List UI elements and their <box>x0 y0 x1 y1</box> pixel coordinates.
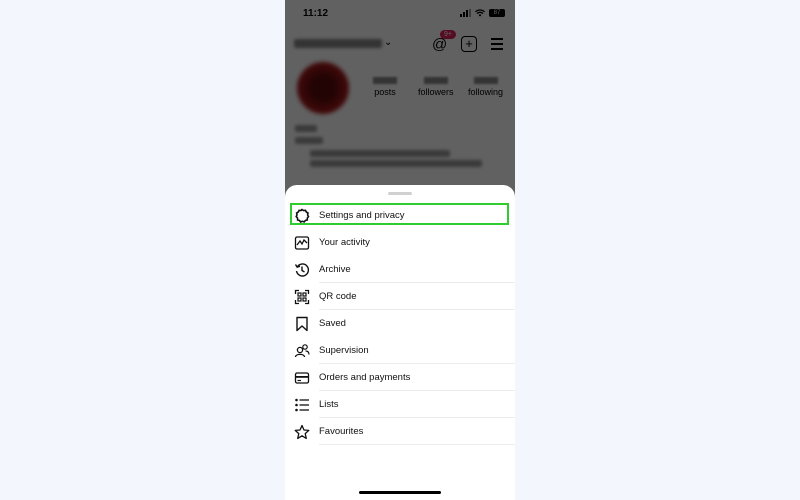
highlight-box <box>290 203 509 225</box>
menu-item-label: Favourites <box>319 426 364 437</box>
menu-item-label: Orders and payments <box>319 372 411 383</box>
menu-item-lists[interactable]: Lists <box>285 391 515 418</box>
menu-item-orders-and-payments[interactable]: Orders and payments <box>285 364 515 391</box>
bookmark-icon <box>292 314 312 334</box>
menu-item-saved[interactable]: Saved <box>285 310 515 337</box>
home-indicator[interactable] <box>359 491 441 494</box>
menu-item-label: Your activity <box>319 237 370 248</box>
qr-code-icon <box>292 287 312 307</box>
menu-item-label: Supervision <box>319 345 369 356</box>
menu-item-qr-code[interactable]: QR code <box>285 283 515 310</box>
menu-item-label: Archive <box>319 264 351 275</box>
activity-icon <box>292 233 312 253</box>
card-icon <box>292 368 312 388</box>
phone-screen: 11:12 87 ⌄ @ 9+ + posts followers follow… <box>285 0 515 500</box>
divider <box>319 444 515 445</box>
menu-item-label: QR code <box>319 291 357 302</box>
star-icon <box>292 422 312 442</box>
menu-item-your-activity[interactable]: Your activity <box>285 229 515 256</box>
menu-item-archive[interactable]: Archive <box>285 256 515 283</box>
sheet-grabber[interactable] <box>388 192 412 195</box>
menu-item-label: Saved <box>319 318 346 329</box>
archive-icon <box>292 260 312 280</box>
supervision-icon <box>292 341 312 361</box>
menu-item-supervision[interactable]: Supervision <box>285 337 515 364</box>
list-icon <box>292 395 312 415</box>
menu-item-label: Lists <box>319 399 339 410</box>
menu-bottom-sheet: Settings and privacy Your activity Archi… <box>285 185 515 500</box>
menu-item-favourites[interactable]: Favourites <box>285 418 515 445</box>
